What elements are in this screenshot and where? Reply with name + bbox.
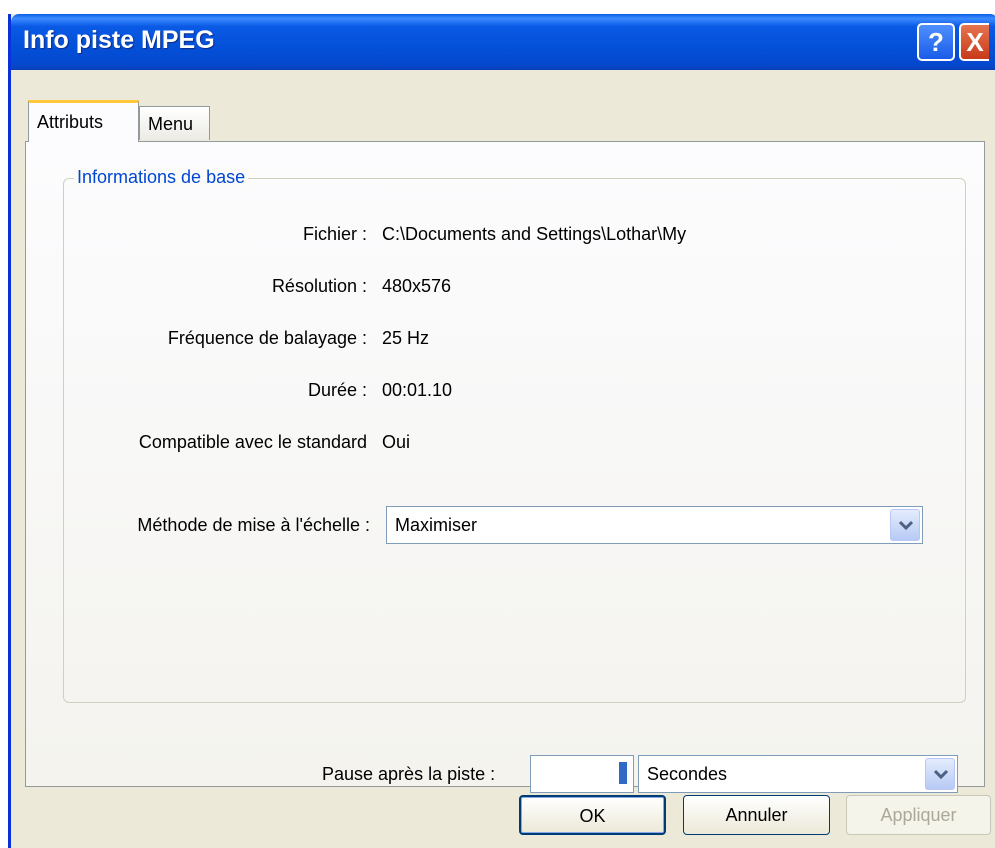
group-legend: Informations de base: [74, 167, 249, 188]
standard-compatible-value: Oui: [382, 432, 411, 452]
scan-frequency-label: Fréquence de balayage :: [167, 328, 367, 348]
text-cursor: [619, 762, 627, 784]
resolution-label: Résolution :: [271, 276, 367, 296]
file-value: C:\Documents and Settings\Lothar\My: [382, 224, 687, 244]
pause-duration-input[interactable]: [530, 755, 634, 793]
tab-control: Attributs Menu Informations de base Fich…: [11, 70, 995, 847]
apply-button[interactable]: Appliquer: [846, 795, 991, 835]
standard-compatible-label: Compatible avec le standard: [138, 432, 367, 452]
chevron-down-icon[interactable]: [925, 758, 955, 790]
tab-menu[interactable]: Menu: [139, 106, 210, 140]
basic-info-group: Informations de base Fichier : C:\Docume…: [63, 167, 966, 703]
scale-method-select[interactable]: Maximiser: [386, 506, 923, 544]
tab-panel-attributs: Informations de base Fichier : C:\Docume…: [25, 141, 985, 787]
pause-unit-value: Secondes: [647, 764, 728, 784]
dialog-window: Info piste MPEG ? X Attributs Menu Infor…: [8, 14, 995, 848]
file-label: Fichier :: [302, 224, 367, 244]
duration-label: Durée :: [307, 380, 367, 400]
pause-unit-select[interactable]: Secondes: [638, 755, 958, 793]
pause-label: Pause après la piste :: [322, 764, 496, 784]
help-button[interactable]: ?: [917, 23, 955, 61]
scan-frequency-value: 25 Hz: [382, 328, 430, 348]
close-button[interactable]: X: [959, 23, 989, 61]
window-title: Info piste MPEG: [23, 26, 215, 54]
cancel-button[interactable]: Annuler: [683, 795, 830, 835]
ok-button[interactable]: OK: [519, 795, 666, 835]
tab-attributs[interactable]: Attributs: [28, 100, 139, 142]
scale-method-label: Méthode de mise à l'échelle :: [137, 515, 370, 535]
resolution-value: 480x576: [382, 276, 452, 296]
title-bar[interactable]: Info piste MPEG ? X: [11, 14, 995, 70]
duration-value: 00:01.10: [382, 380, 453, 400]
scale-method-value: Maximiser: [395, 515, 478, 535]
chevron-down-icon[interactable]: [890, 509, 920, 541]
